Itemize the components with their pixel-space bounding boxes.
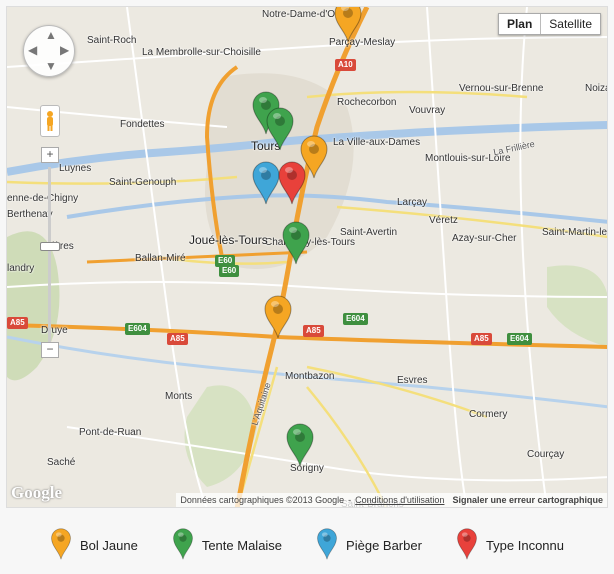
- place-label: Notre-Dame-d'Oé: [262, 9, 341, 20]
- place-label: Montbazon: [285, 371, 335, 382]
- map-type-plan-button[interactable]: Plan: [499, 14, 542, 34]
- map-type-control: Plan Satellite: [497, 13, 601, 35]
- road-shield: E60: [219, 265, 240, 277]
- place-label: Larçay: [397, 197, 428, 208]
- zoom-in-button[interactable]: +: [41, 147, 59, 163]
- place-label: Saint-Genouph: [109, 177, 177, 188]
- pan-down-icon[interactable]: ▼: [45, 59, 57, 73]
- place-label: Rochecorbon: [337, 97, 397, 108]
- pan-up-icon[interactable]: ▲: [45, 28, 57, 42]
- place-label: Joué-lès-Tours: [189, 233, 268, 247]
- terms-link[interactable]: Conditions d'utilisation: [351, 493, 448, 507]
- map-attribution: Données cartographiques ©2013 Google - C…: [176, 493, 607, 507]
- google-logo[interactable]: Google: [11, 483, 62, 503]
- place-label: landry: [7, 263, 35, 274]
- legend-item: Piège Barber: [316, 527, 422, 563]
- legend-item: Type Inconnu: [456, 527, 564, 563]
- road-shield: E604: [125, 323, 150, 335]
- tente-malaise-marker-icon: [172, 527, 194, 563]
- map-canvas[interactable]: Notre-Dame-d'Oé Saint-Roch La Membrolle-su…: [6, 6, 608, 508]
- place-label: Saché: [47, 457, 76, 468]
- place-label: La Ville-aux-Dames: [333, 137, 421, 148]
- map-type-satellite-button[interactable]: Satellite: [541, 14, 600, 34]
- place-label: Véretz: [429, 215, 458, 226]
- legend-label: Bol Jaune: [80, 537, 138, 553]
- street-view-pegman-icon[interactable]: [40, 105, 60, 137]
- bol-jaune-marker-icon: [50, 527, 72, 563]
- place-label: Druye: [41, 325, 68, 336]
- road-shield: E604: [507, 333, 532, 345]
- legend-item: Bol Jaune: [50, 527, 138, 563]
- place-label: Monts: [165, 391, 193, 402]
- legend-item: Tente Malaise: [172, 527, 283, 563]
- pan-left-icon[interactable]: ◀: [28, 43, 37, 57]
- road-shield: A85: [167, 333, 188, 345]
- place-label: Esvres: [397, 375, 428, 386]
- road-shield: A85: [303, 325, 324, 337]
- zoom-slider-handle[interactable]: [40, 242, 60, 251]
- road-shield: E604: [343, 313, 368, 325]
- map-marker-icon[interactable]: [285, 423, 315, 467]
- place-label: Noizay: [585, 83, 607, 94]
- place-label: Ballan-Miré: [135, 253, 186, 264]
- map-marker-icon[interactable]: [277, 161, 307, 205]
- type-inconnu-marker-icon: [456, 527, 478, 563]
- legend-label: Type Inconnu: [485, 537, 564, 553]
- place-label: Saint-Roch: [87, 35, 137, 46]
- pan-right-icon[interactable]: ▶: [60, 43, 69, 57]
- place-label: Berthenay: [7, 209, 53, 220]
- place-label: Luynes: [59, 163, 92, 174]
- place-label: Saint-Martin-le-: [542, 227, 608, 238]
- legend-label: Piège Barber: [346, 537, 422, 553]
- pan-control[interactable]: ▲ ▼ ◀ ▶: [23, 25, 75, 77]
- map-marker-icon[interactable]: [265, 107, 295, 151]
- place-label: Azay-sur-Cher: [452, 233, 517, 244]
- road-shield: A10: [335, 59, 356, 71]
- place-label: Vouvray: [409, 105, 446, 116]
- place-label: enne-de-Chigny: [7, 193, 79, 204]
- attribution-text: Données cartographiques ©2013 Google: [180, 495, 345, 505]
- place-label: Courçay: [527, 449, 565, 460]
- map-marker-icon[interactable]: [263, 295, 293, 339]
- zoom-out-button[interactable]: −: [41, 342, 59, 358]
- piege-barber-marker-icon: [316, 527, 338, 563]
- place-label: Vernou-sur-Brenne: [459, 83, 544, 94]
- place-label: Pont-de-Ruan: [79, 427, 142, 438]
- place-label: La Membrolle-sur-Choisille: [142, 47, 261, 58]
- report-error-link[interactable]: Signaler une erreur cartographique: [448, 493, 607, 507]
- zoom-track[interactable]: [48, 167, 51, 347]
- place-label: Fondettes: [120, 119, 165, 130]
- place-label: Cormery: [469, 409, 508, 420]
- legend-label: Tente Malaise: [201, 537, 283, 553]
- map-marker-icon[interactable]: [281, 221, 311, 265]
- road-shield: A85: [7, 317, 28, 329]
- map-marker-icon[interactable]: [333, 7, 363, 43]
- marker-legend: Bol Jaune Tente Malaise Piège Barber Type I…: [0, 520, 614, 570]
- road-shield: A85: [471, 333, 492, 345]
